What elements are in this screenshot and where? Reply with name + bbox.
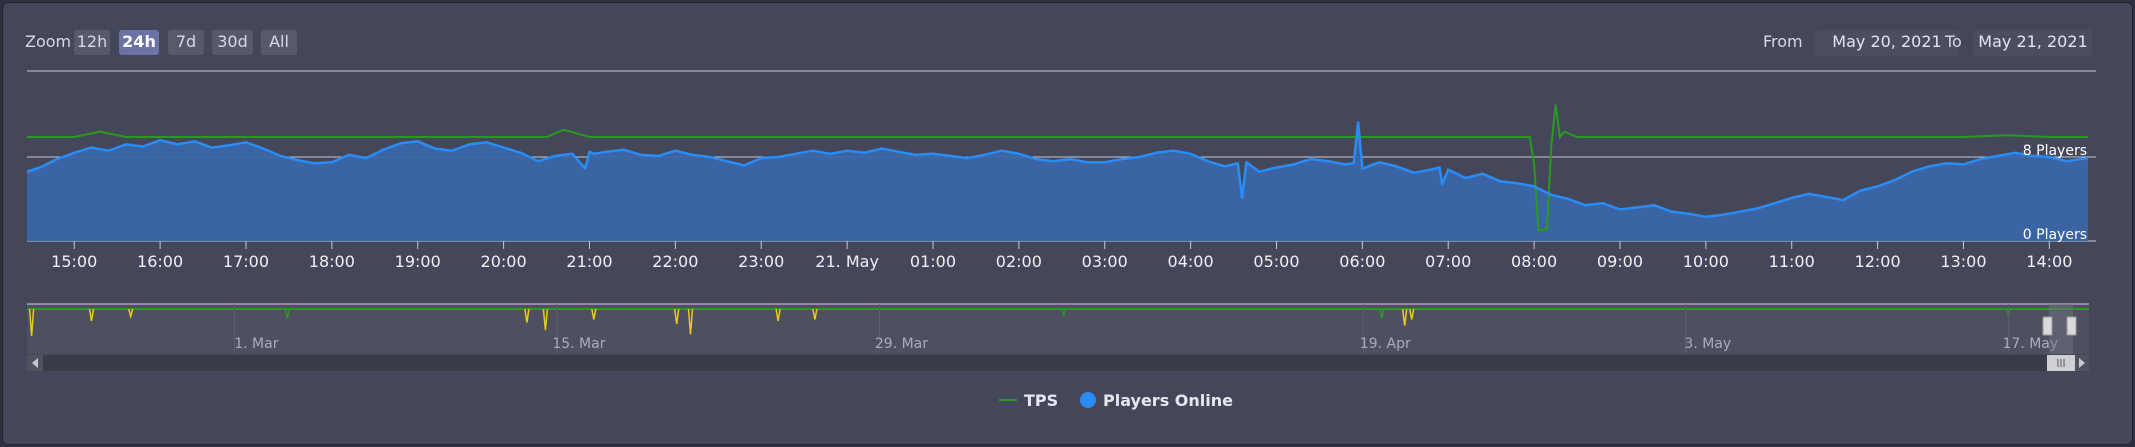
chart-container: Zoom 12h 24h 7d 30d All From May 20, 202… — [2, 2, 2133, 445]
x-tick-label: 06:00 — [1339, 252, 1385, 271]
zoom-button-7d[interactable]: 7d — [168, 30, 204, 55]
x-tick-label: 23:00 — [738, 252, 784, 271]
zoom-button-7d-label: 7d — [176, 32, 196, 51]
zoom-button-12h[interactable]: 12h — [74, 30, 110, 55]
navigator-tick-label: 1. Mar — [234, 336, 278, 352]
zoom-button-all-label: All — [269, 32, 289, 51]
x-tick-label: 21. May — [815, 252, 879, 271]
navigator-tick-label: 3. May — [1684, 336, 1731, 352]
zoom-label: Zoom — [25, 32, 71, 51]
x-tick-label: 07:00 — [1425, 252, 1471, 271]
legend-tps-label: TPS — [1024, 391, 1058, 410]
scrollbar-right-arrow[interactable] — [2075, 355, 2089, 371]
x-tick-label: 15:00 — [51, 252, 97, 271]
navigator-tick-label: 19. Apr — [1360, 336, 1411, 352]
zoom-button-24h[interactable]: 24h — [119, 30, 159, 55]
x-tick-label: 05:00 — [1253, 252, 1299, 271]
x-axis: 15:00 16:00 17:00 18:00 19:00 20:00 21:00 22:00… — [51, 241, 2072, 271]
x-tick-label: 10:00 — [1683, 252, 1729, 271]
from-label: From — [1763, 32, 1803, 51]
x-tick-label: 17:00 — [223, 252, 269, 271]
navigator-tick-label: 15. Mar — [552, 336, 605, 352]
navigator-background — [27, 304, 2089, 354]
x-tick-label: 16:00 — [137, 252, 183, 271]
zoom-button-all[interactable]: All — [261, 30, 297, 55]
legend-item-tps[interactable]: TPS — [999, 391, 1058, 410]
x-tick-label: 20:00 — [481, 252, 527, 271]
y-label-0-players: 0 Players — [2023, 227, 2087, 243]
chart-svg: Zoom 12h 24h 7d 30d All From May 20, 202… — [25, 30, 2096, 410]
x-tick-label: 21:00 — [566, 252, 612, 271]
navigator-right-handle[interactable] — [2066, 316, 2077, 336]
x-tick-label: 22:00 — [652, 252, 698, 271]
legend-players-label: Players Online — [1103, 391, 1233, 410]
zoom-button-30d-label: 30d — [217, 32, 248, 51]
x-tick-label: 08:00 — [1511, 252, 1557, 271]
main-plot[interactable]: 8 Players 0 Players — [26, 70, 2096, 243]
navigator-tick-label: 29. Mar — [875, 336, 928, 352]
x-tick-label: 01:00 — [910, 252, 956, 271]
scrollbar[interactable] — [27, 355, 2089, 371]
players-online-area — [27, 122, 2088, 241]
scrollbar-left-arrow[interactable] — [27, 355, 43, 371]
y-label-8-players: 8 Players — [2023, 143, 2087, 159]
zoom-button-24h-label: 24h — [122, 32, 156, 51]
to-date-value: May 21, 2021 — [1978, 32, 2087, 51]
to-date-input[interactable]: May 21, 2021 — [1974, 30, 2092, 56]
x-tick-label: 02:00 — [996, 252, 1042, 271]
from-date-input[interactable]: May 20, 2021 — [1815, 30, 1959, 56]
zoom-button-12h-label: 12h — [77, 32, 108, 51]
x-tick-label: 13:00 — [1940, 252, 1986, 271]
legend-item-players-online[interactable]: Players Online — [1080, 391, 1233, 410]
x-tick-label: 19:00 — [395, 252, 441, 271]
x-tick-label: 14:00 — [2026, 252, 2072, 271]
navigator[interactable]: 1. Mar 15. Mar 29. Mar 19. Apr 3. May 17. May — [27, 303, 2089, 354]
zoom-button-30d[interactable]: 30d — [212, 30, 253, 55]
scrollbar-track — [27, 355, 2089, 371]
x-tick-label: 09:00 — [1597, 252, 1643, 271]
x-tick-label: 04:00 — [1168, 252, 1214, 271]
to-label: To — [1944, 32, 1962, 51]
x-tick-label: 03:00 — [1082, 252, 1128, 271]
x-tick-label: 11:00 — [1769, 252, 1815, 271]
x-tick-label: 12:00 — [1855, 252, 1901, 271]
from-date-value: May 20, 2021 — [1832, 32, 1941, 51]
x-tick-label: 18:00 — [309, 252, 355, 271]
scrollbar-thumb[interactable] — [2047, 355, 2075, 371]
legend-players-dot-icon — [1080, 392, 1096, 408]
navigator-left-handle[interactable] — [2042, 316, 2053, 336]
